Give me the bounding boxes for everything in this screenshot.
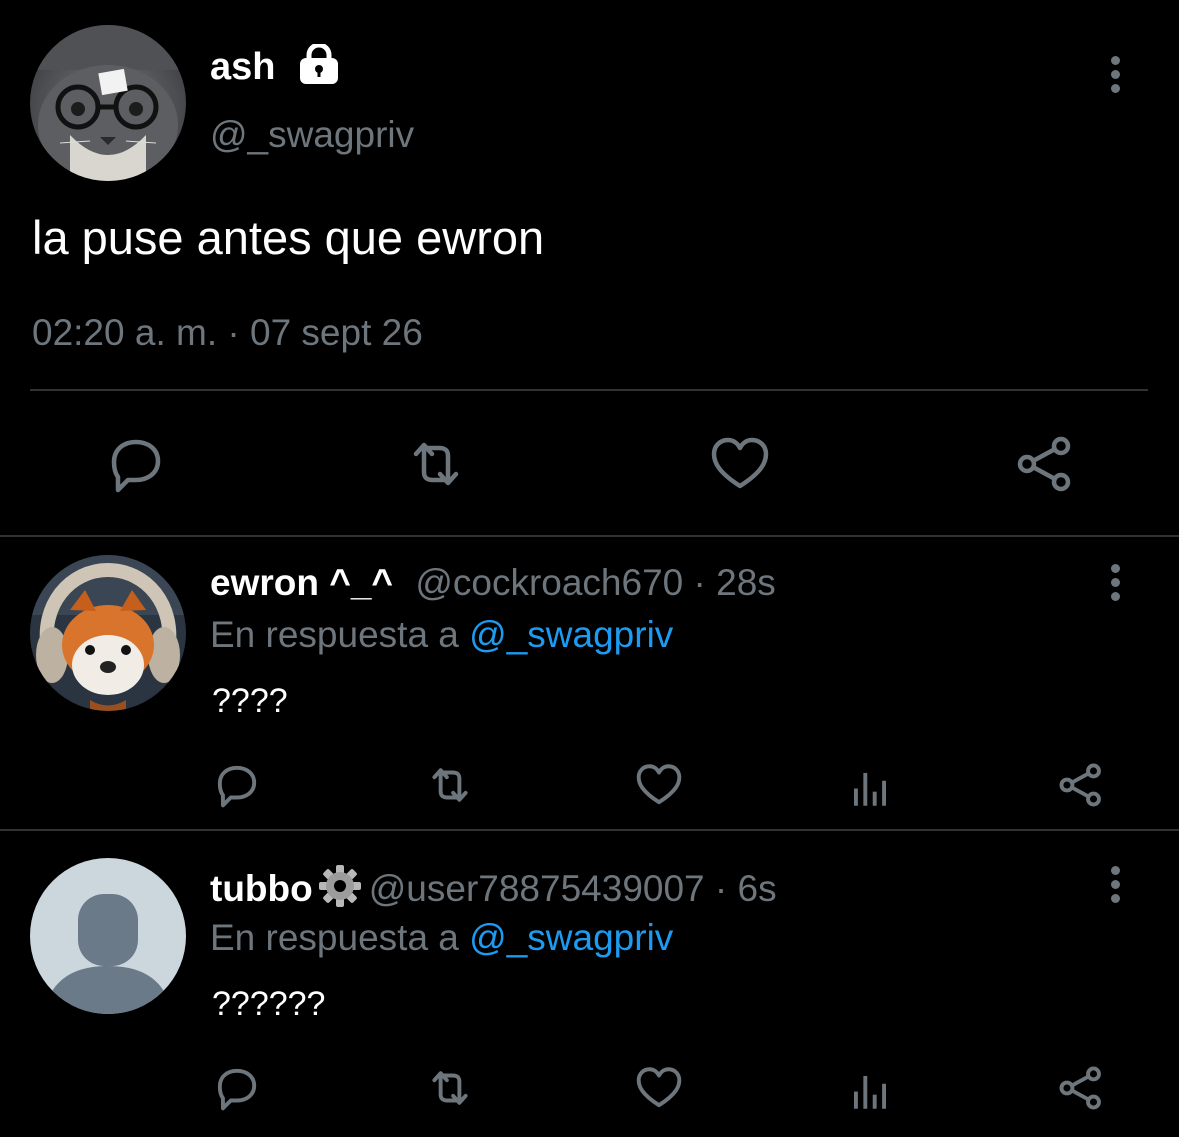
divider xyxy=(30,389,1148,391)
reply-time: · 6s xyxy=(714,868,777,909)
analytics-icon[interactable] xyxy=(845,762,895,812)
reply-avatar[interactable] xyxy=(30,555,186,711)
reply-icon[interactable] xyxy=(212,760,262,810)
like-icon[interactable] xyxy=(634,760,684,810)
cat-with-glasses-avatar xyxy=(30,25,186,181)
reply-author-name[interactable]: tubbo xyxy=(210,868,313,909)
replying-to: En respuesta a @_swagpriv xyxy=(210,612,673,658)
reply-text: ?????? xyxy=(212,985,326,1023)
tweet-timestamp[interactable]: 02:20 a. m. · 07 sept 26 xyxy=(32,310,423,356)
reply-text: ???? xyxy=(212,682,288,720)
like-icon[interactable] xyxy=(634,1063,684,1113)
reply-icon[interactable] xyxy=(212,1063,262,1113)
tweet-text: la puse antes que ewron xyxy=(32,211,545,264)
lock-icon xyxy=(298,42,340,84)
default-user-avatar xyxy=(30,858,186,1014)
retweet-icon[interactable] xyxy=(425,1063,475,1113)
main-avatar[interactable] xyxy=(30,25,186,181)
replying-to: En respuesta a @_swagpriv xyxy=(210,915,673,961)
divider xyxy=(0,829,1179,831)
share-icon[interactable] xyxy=(1056,1063,1106,1113)
divider xyxy=(0,535,1179,537)
retweet-icon[interactable] xyxy=(425,760,475,810)
share-icon[interactable] xyxy=(1013,432,1077,496)
like-icon[interactable] xyxy=(708,432,772,496)
replying-to-handle[interactable]: @_swagpriv xyxy=(469,917,673,958)
reply-author-handle[interactable]: @user78875439007 xyxy=(369,868,705,909)
author-handle[interactable]: @_swagpriv xyxy=(210,112,414,158)
analytics-icon[interactable] xyxy=(845,1065,895,1115)
share-icon[interactable] xyxy=(1056,760,1106,810)
more-options-icon[interactable] xyxy=(1109,56,1121,96)
reply-author-handle[interactable]: @cockroach670 xyxy=(415,562,683,603)
retweet-icon[interactable] xyxy=(404,432,468,496)
reply-avatar[interactable] xyxy=(30,858,186,1014)
reply-header: ewron ^_^ @cockroach670 · 28s xyxy=(210,560,776,606)
replying-to-label: En respuesta a xyxy=(210,614,470,655)
replying-to-handle[interactable]: @_swagpriv xyxy=(469,614,673,655)
reply-header: tubbo @user78875439007 · 6s xyxy=(210,863,777,912)
gear-icon xyxy=(317,863,363,909)
reply-author-name[interactable]: ewron ^_^ xyxy=(210,562,393,603)
more-options-icon[interactable] xyxy=(1109,866,1121,906)
author-name[interactable]: ash xyxy=(210,44,275,90)
replying-to-label: En respuesta a xyxy=(210,917,470,958)
reply-time: · 28s xyxy=(693,562,776,603)
more-options-icon[interactable] xyxy=(1109,564,1121,604)
red-panda-plush-avatar xyxy=(30,555,186,711)
reply-icon[interactable] xyxy=(104,432,168,496)
